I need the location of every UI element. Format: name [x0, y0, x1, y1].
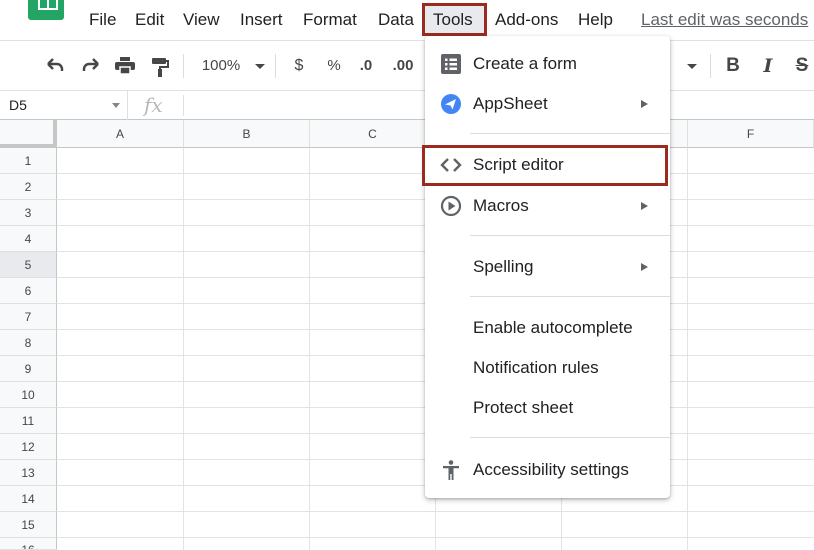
fx-icon: fx	[144, 93, 163, 117]
row-header[interactable]: 3	[0, 200, 57, 226]
row-header[interactable]: 15	[0, 512, 57, 538]
menu-item-enable-autocomplete[interactable]: Enable autocomplete	[425, 308, 670, 348]
menu-item-script-editor[interactable]: Script editor	[422, 145, 670, 186]
paint-format-icon[interactable]	[147, 53, 173, 79]
menu-item-label: AppSheet	[473, 94, 548, 113]
menu-view[interactable]: View	[183, 8, 220, 32]
row-header[interactable]: 10	[0, 382, 57, 408]
grid-line	[687, 148, 688, 550]
italic-button[interactable]: I	[757, 53, 779, 79]
print-icon[interactable]	[112, 53, 138, 79]
appsheet-icon	[441, 94, 461, 114]
grid-line	[183, 148, 184, 550]
menu-item-label: Accessibility settings	[473, 460, 629, 479]
percent-button[interactable]: %	[324, 53, 344, 79]
zoom-select[interactable]: 100%	[198, 53, 244, 79]
menu-add-ons[interactable]: Add-ons	[495, 8, 558, 32]
currency-button[interactable]: $	[290, 53, 308, 79]
formula-divider	[183, 95, 184, 116]
row-header[interactable]: 13	[0, 460, 57, 486]
toolbar-divider	[275, 54, 276, 78]
menu-separator	[470, 133, 670, 134]
menu-item-label: Script editor	[473, 155, 564, 174]
menu-item-protect-sheet[interactable]: Protect sheet	[425, 388, 670, 428]
menu-separator	[470, 437, 670, 438]
menu-item-spelling[interactable]: Spelling	[425, 247, 670, 287]
row-header[interactable]: 8	[0, 330, 57, 356]
submenu-arrow-icon	[641, 202, 648, 210]
row-header[interactable]: 2	[0, 174, 57, 200]
toolbar-divider	[710, 54, 711, 78]
menu-item-label: Create a form	[473, 54, 577, 73]
tools-menu-dropdown: Create a form AppSheet Script editor Mac…	[422, 36, 670, 498]
spreadsheet-grid: A B C F 1 2 3 4 5 6 7 8 9 10 11 12 13 14…	[0, 120, 814, 550]
toolbar: 100% $ % .0 .00 B I S	[0, 40, 814, 90]
column-header-f[interactable]: F	[688, 120, 814, 148]
grid-line	[309, 148, 310, 550]
menu-file[interactable]: File	[89, 8, 116, 32]
form-icon	[441, 54, 461, 74]
menu-item-create-form[interactable]: Create a form	[425, 44, 670, 84]
accessibility-icon	[443, 460, 459, 480]
name-box[interactable]: D5	[0, 91, 128, 120]
row-header[interactable]: 1	[0, 148, 57, 174]
menu-edit[interactable]: Edit	[135, 8, 164, 32]
grid-line	[57, 537, 814, 538]
code-icon	[440, 158, 462, 172]
column-header-c[interactable]: C	[310, 120, 436, 148]
submenu-arrow-icon	[641, 100, 648, 108]
menu-separator	[470, 235, 670, 236]
menu-tools[interactable]: Tools	[433, 8, 473, 32]
zoom-chevron-down-icon[interactable]	[252, 53, 268, 79]
decrease-decimal-button[interactable]: .0	[355, 53, 377, 79]
menu-item-label: Macros	[473, 196, 529, 215]
play-circle-icon	[440, 195, 462, 217]
undo-icon[interactable]	[42, 53, 68, 79]
menu-item-appsheet[interactable]: AppSheet	[425, 84, 670, 124]
row-header[interactable]: 14	[0, 486, 57, 512]
menu-item-macros[interactable]: Macros	[425, 186, 670, 226]
menu-separator	[470, 296, 670, 297]
row-header[interactable]: 7	[0, 304, 57, 330]
redo-icon[interactable]	[78, 53, 104, 79]
menu-item-label: Spelling	[473, 257, 534, 276]
menu-item-accessibility-settings[interactable]: Accessibility settings	[425, 450, 670, 490]
row-header[interactable]: 9	[0, 356, 57, 382]
menu-format[interactable]: Format	[303, 8, 357, 32]
row-header[interactable]: 6	[0, 278, 57, 304]
menu-bar: File Edit View Insert Format Data Tools …	[0, 0, 814, 38]
menu-insert[interactable]: Insert	[240, 8, 283, 32]
row-header[interactable]: 11	[0, 408, 57, 434]
submenu-arrow-icon	[641, 263, 648, 271]
menu-item-label: Enable autocomplete	[473, 318, 633, 337]
menu-item-label: Protect sheet	[473, 398, 574, 417]
row-header[interactable]: 12	[0, 434, 57, 460]
name-box-chevron-down-icon[interactable]	[112, 103, 120, 108]
font-size-chevron-down-icon[interactable]	[684, 53, 700, 79]
row-header-active[interactable]: 5	[0, 252, 57, 278]
formula-bar: D5 fx	[0, 90, 814, 120]
strikethrough-button[interactable]: S	[790, 53, 814, 79]
last-edit-link[interactable]: Last edit was seconds	[641, 8, 808, 32]
menu-item-label: Notification rules	[473, 358, 599, 377]
select-all-corner[interactable]	[0, 120, 57, 148]
toolbar-divider	[183, 54, 184, 78]
column-header-b[interactable]: B	[184, 120, 310, 148]
menu-help[interactable]: Help	[578, 8, 613, 32]
increase-decimal-button[interactable]: .00	[390, 53, 416, 79]
bold-button[interactable]: B	[722, 53, 744, 79]
menu-item-notification-rules[interactable]: Notification rules	[425, 348, 670, 388]
grid-line	[57, 511, 814, 512]
column-header-a[interactable]: A	[57, 120, 184, 148]
row-header[interactable]: 16	[0, 538, 57, 550]
row-header[interactable]: 4	[0, 226, 57, 252]
menu-data[interactable]: Data	[378, 8, 414, 32]
